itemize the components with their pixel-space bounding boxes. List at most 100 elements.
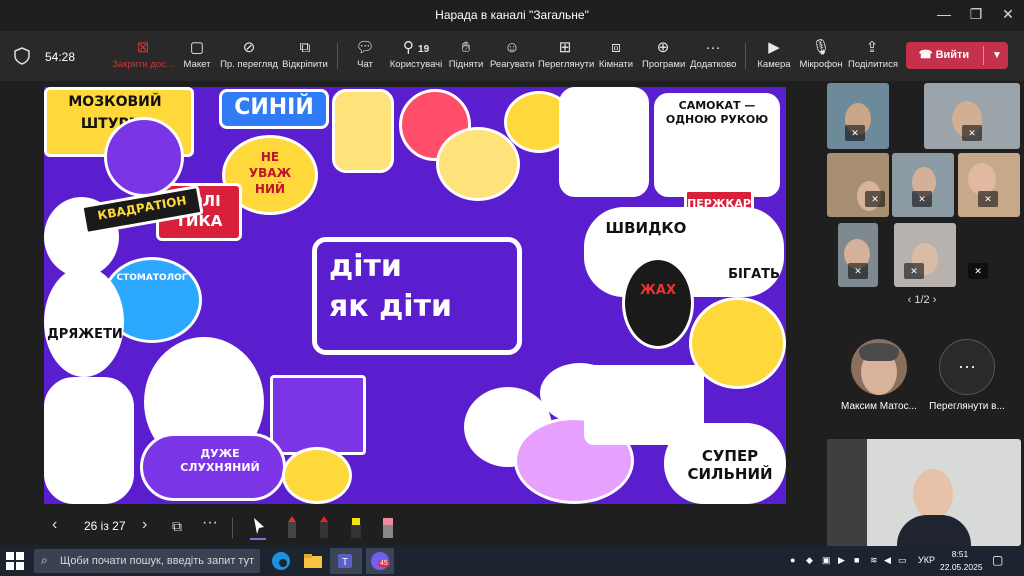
rooms-button[interactable]: ⧈ Кімнати xyxy=(598,37,634,77)
video-tile[interactable]: ✕ xyxy=(960,223,1022,287)
windows-taskbar: ⌕ Щоби почати пошук, введіть запит тут T… xyxy=(0,546,1024,576)
hat-shape xyxy=(859,343,899,361)
taskbar-clock[interactable]: 8:51 22.05.2025 xyxy=(940,548,983,574)
pager-next-button[interactable]: › xyxy=(933,294,937,306)
grid-view-icon[interactable]: ⧉ xyxy=(172,518,182,535)
toolbar-divider xyxy=(745,43,746,69)
next-slide-button[interactable]: › xyxy=(142,516,147,534)
video-tile[interactable]: ✕ xyxy=(838,223,878,287)
clock-date: 22.05.2025 xyxy=(940,562,983,572)
teams-taskbar-active[interactable]: T xyxy=(330,548,362,574)
highlighter-icon[interactable] xyxy=(346,514,366,540)
people-icon: ⚲ 19 xyxy=(402,39,430,56)
more-options-icon[interactable]: ··· xyxy=(202,514,218,532)
tray-app-icon[interactable]: ◆ xyxy=(806,555,813,566)
controls-divider xyxy=(232,518,233,538)
avatar xyxy=(913,469,953,519)
meeting-toolbar: 54:28 ⊠ Закрити дос... ▢ Макет ⊘ Пр. пер… xyxy=(0,31,1024,81)
layout-button[interactable]: ▢ Макет xyxy=(180,37,214,77)
viber-taskbar-active[interactable]: 45 xyxy=(366,548,394,574)
camera-icon: ▶ xyxy=(768,39,780,56)
previous-slide-button[interactable]: ‹ xyxy=(52,516,57,534)
mic-off-icon: ✕ xyxy=(865,191,885,207)
tray-app-icon[interactable]: ■ xyxy=(854,555,859,565)
chevron-down-icon: ▼ xyxy=(992,50,1002,61)
share-button[interactable]: ⇪ Поділитися xyxy=(848,37,898,77)
people-button[interactable]: ⚲ 19 Користувачі xyxy=(388,37,444,77)
sticker-robot xyxy=(559,87,649,197)
leave-button-group: ☎ Вийти ▼ xyxy=(906,42,1008,69)
apps-button[interactable]: ⊕ Програми xyxy=(642,37,685,77)
tray-app-icon[interactable]: ▶ xyxy=(838,555,845,566)
sticker-fear xyxy=(622,257,694,349)
volume-icon[interactable]: ◀ xyxy=(884,555,891,566)
sticker-pleading xyxy=(436,127,520,201)
shoulders xyxy=(897,515,971,546)
stop-sharing-button[interactable]: ⊠ Закрити дос... xyxy=(110,37,176,77)
microphone-button[interactable]: 🎙︎ Мікрофон xyxy=(798,37,844,77)
battery-icon[interactable]: ▭ xyxy=(898,555,907,566)
search-icon: ⌕ xyxy=(41,553,48,567)
microphone-icon: 🎙︎ xyxy=(811,39,831,56)
mic-off-icon: ✕ xyxy=(968,263,988,279)
sticker-fast-text: ШВИДКО xyxy=(605,219,687,237)
sticker-sleep-text: ДРЯЖЕТИ xyxy=(47,327,123,342)
sticker-strong-text: СУПЕР СИЛЬНИЙ xyxy=(687,447,773,483)
people-count: 19 xyxy=(418,44,430,55)
notifications-icon[interactable]: ▢ xyxy=(992,553,1003,567)
pointer-tool-icon[interactable] xyxy=(248,514,268,540)
mic-off-icon: ✕ xyxy=(978,191,998,207)
sticker-fear-text: ЖАХ xyxy=(640,283,676,298)
chat-icon: 💬︎ xyxy=(355,39,375,56)
edge-icon[interactable] xyxy=(270,550,292,572)
more-icon: ··· xyxy=(958,356,976,376)
wifi-icon[interactable]: ≋ xyxy=(870,555,878,566)
pen-red-icon[interactable] xyxy=(314,514,334,540)
close-share-icon: ⊠ xyxy=(136,39,150,56)
logo-line-1: діти xyxy=(329,249,402,284)
leave-options-button[interactable]: ▼ xyxy=(986,42,1008,69)
video-tile[interactable]: ✕ xyxy=(894,223,956,287)
rooms-icon: ⧈ xyxy=(611,39,621,56)
eraser-icon[interactable] xyxy=(378,514,398,540)
taskbar-search[interactable]: ⌕ Щоби почати пошук, введіть запит тут xyxy=(34,549,260,573)
add-app-icon: ⊕ xyxy=(656,39,670,56)
self-video-tile[interactable] xyxy=(827,439,1021,546)
sticker-catface xyxy=(282,447,352,504)
raise-hand-button[interactable]: ✋︎ Підняти xyxy=(448,37,484,77)
video-tile[interactable]: ✕ xyxy=(827,83,889,149)
private-view-button[interactable]: ⊘ Пр. перегляд xyxy=(220,37,278,77)
tray-app-icon[interactable]: ● xyxy=(790,555,795,565)
participant-avatar[interactable] xyxy=(851,339,907,395)
minimize-button[interactable]: — xyxy=(930,6,958,22)
chat-button[interactable]: 💬︎ Чат xyxy=(352,37,378,77)
tray-app-icon[interactable]: ▣ xyxy=(822,555,831,566)
video-tile[interactable]: ✕ xyxy=(958,153,1020,217)
sticker-run-text: БІГАТЬ xyxy=(728,267,780,282)
restore-button[interactable]: ❐ xyxy=(962,6,990,23)
video-tile[interactable]: ✕ xyxy=(892,153,954,217)
video-tile[interactable]: ✕ xyxy=(924,83,1020,149)
shield-icon[interactable] xyxy=(14,47,30,65)
video-tile[interactable]: ✕ xyxy=(827,153,889,217)
view-all-button[interactable]: ··· xyxy=(939,339,995,395)
camera-button[interactable]: ▶ Камера xyxy=(756,37,792,77)
window-title: Нарада в каналі "Загальне" xyxy=(435,8,589,22)
participant-name: Максим Матос... xyxy=(841,401,917,412)
pen-black-icon[interactable] xyxy=(282,514,302,540)
presentation-slide: МОЗКОВИЙ ШТУРМ! СИНІЙ НЕ УВАЖ НИЙ ПОЛІ Т… xyxy=(44,87,786,504)
file-explorer-icon[interactable] xyxy=(302,550,324,572)
close-window-button[interactable]: ✕ xyxy=(994,6,1022,23)
react-button[interactable]: ☺ Реагувати xyxy=(490,37,534,77)
mic-off-icon: ✕ xyxy=(845,125,865,141)
view-button[interactable]: ⊞ Переглянути xyxy=(538,37,594,77)
window-frame xyxy=(827,439,867,546)
more-button[interactable]: ··· Додатково xyxy=(690,37,736,77)
phone-icon: ☎ xyxy=(918,49,936,61)
language-indicator[interactable]: УКР xyxy=(918,555,935,565)
unpin-button[interactable]: ⧉ Відкріпити xyxy=(282,37,328,77)
leave-button[interactable]: ☎ Вийти xyxy=(906,42,982,69)
smiley-icon: ☺ xyxy=(504,39,520,56)
windows-start-icon[interactable] xyxy=(6,552,24,570)
share-icon: ⇪ xyxy=(865,39,879,56)
